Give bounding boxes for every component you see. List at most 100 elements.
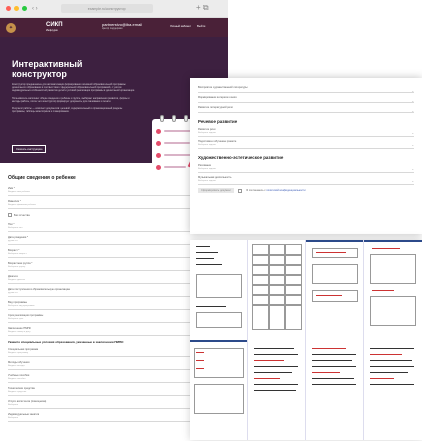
field-placeholder: Введите номер и дату bbox=[8, 331, 31, 333]
doc-highlight-line bbox=[254, 360, 284, 361]
consent-prefix: Я соглашаюсь с bbox=[246, 189, 266, 192]
field-placeholder: Введите диагноз bbox=[8, 279, 25, 281]
field-placeholder: Выберите bbox=[8, 417, 19, 419]
document-thumbnail[interactable] bbox=[248, 340, 306, 440]
address-bar[interactable]: example.ru/конструктор bbox=[60, 4, 153, 13]
textbooks-field[interactable]: Учебные пособия Введите пособия bbox=[8, 374, 220, 383]
assistant-services-field[interactable]: Услуги ассистента (помощника) Выберите bbox=[8, 400, 220, 409]
doc-highlight-line bbox=[370, 378, 394, 379]
generate-document-button[interactable]: Сформировать документ bbox=[198, 188, 235, 193]
doc-text-line bbox=[196, 252, 218, 253]
doc-text-line bbox=[370, 366, 414, 367]
doc-table-row bbox=[252, 294, 302, 296]
header-links: Личный кабинет Выйти bbox=[170, 24, 205, 28]
chevron-down-icon[interactable]: ⌄ bbox=[411, 89, 414, 93]
document-thumbnail[interactable] bbox=[364, 240, 422, 340]
doc-table-col bbox=[284, 244, 286, 330]
minimize-window-dot[interactable] bbox=[14, 6, 19, 11]
program-type-field[interactable]: Вид программы Выберите вид программы bbox=[8, 301, 220, 310]
speech-development-field[interactable]: Развитие речи ⌄ Выберите задачи bbox=[198, 128, 414, 137]
field-label: Восприятие художественной литературы bbox=[198, 86, 248, 89]
field-label: Развитие речи bbox=[198, 128, 216, 131]
document-thumbnail[interactable] bbox=[306, 240, 364, 340]
chevron-down-icon[interactable]: ⌄ bbox=[411, 131, 414, 135]
age-group-field[interactable]: Возрастная группа * Выберите группу bbox=[8, 262, 220, 271]
doc-table bbox=[196, 312, 242, 328]
music-field[interactable]: Музыкальная деятельность ⌄ Выберите зада… bbox=[198, 176, 414, 185]
teaching-methods-field[interactable]: Методы обучения Введите методы bbox=[8, 361, 220, 370]
privacy-policy-link[interactable]: политикой конфиденциальности bbox=[266, 189, 305, 192]
doc-header-bar bbox=[364, 240, 422, 242]
last-name-field[interactable]: Фамилия * Введите фамилию ребенка bbox=[8, 200, 220, 209]
literacy-prep-field[interactable]: Подготовка к обучению грамоте ⌄ Выберите… bbox=[198, 140, 414, 149]
literary-speech-field[interactable]: Развитие литературной речи ⌄ bbox=[198, 106, 414, 113]
doc-text-line bbox=[196, 258, 214, 259]
hero-paragraph-3: Результат работы — комплект документов: … bbox=[12, 107, 123, 114]
close-window-dot[interactable] bbox=[6, 6, 11, 11]
no-patronymic-checkbox[interactable]: Без отчества bbox=[8, 213, 220, 217]
pmpk-conclusion-field[interactable]: Заключение ПМПК Введите номер и дату bbox=[8, 327, 220, 336]
panel-footer: Сформировать документ Я соглашаюсь с пол… bbox=[198, 188, 414, 193]
site-logo[interactable]: СИКП Инфоурок bbox=[46, 22, 63, 34]
field-placeholder: Выберите задачи bbox=[198, 132, 216, 134]
drawing-field[interactable]: Рисование ⌄ Выберите задачи bbox=[198, 164, 414, 173]
back-forward-icon[interactable]: ‹ › bbox=[32, 6, 38, 12]
birth-date-field[interactable]: Дата рождения * дд.мм.гггг bbox=[8, 236, 220, 245]
new-tab-icon[interactable]: + ⧉ bbox=[196, 3, 209, 13]
field-label: Диагноз bbox=[8, 275, 18, 278]
chevron-down-icon[interactable]: ⌄ bbox=[411, 109, 414, 113]
illustration-line bbox=[164, 166, 186, 168]
age-field[interactable]: Возраст * Выберите возраст bbox=[8, 249, 220, 258]
individual-lessons-field[interactable]: Индивидуальные занятия Выберите bbox=[8, 413, 220, 422]
program-term-field[interactable]: Срок реализации программы Выберите срок bbox=[8, 314, 220, 323]
consent-text: Я соглашаюсь с политикой конфиденциально… bbox=[246, 189, 305, 192]
document-thumbnail[interactable] bbox=[248, 240, 306, 340]
field-label: Фамилия * bbox=[8, 200, 21, 203]
admission-date-field[interactable]: Дата поступления в образовательную орган… bbox=[8, 288, 220, 297]
field-label: Возраст * bbox=[8, 249, 20, 252]
chevron-down-icon[interactable]: ⌄ bbox=[411, 179, 414, 183]
chevron-down-icon[interactable]: ⌄ bbox=[411, 143, 414, 147]
maximize-window-dot[interactable] bbox=[22, 6, 27, 11]
diagnosis-field[interactable]: Диагноз Введите диагноз bbox=[8, 275, 220, 284]
logout-link[interactable]: Выйти bbox=[197, 24, 205, 28]
field-label: Учебные пособия bbox=[8, 374, 30, 377]
document-thumbnail[interactable] bbox=[306, 340, 364, 440]
field-placeholder: дд.мм.гггг bbox=[8, 240, 18, 242]
document-thumbnail[interactable] bbox=[190, 340, 248, 440]
download-instruction-button[interactable]: Скачать инструкцию bbox=[12, 145, 47, 153]
doc-table-row bbox=[252, 274, 302, 276]
account-link[interactable]: Личный кабинет bbox=[170, 24, 191, 28]
field-label: Дата рождения * bbox=[8, 236, 29, 239]
emblem-icon: ✦ bbox=[6, 22, 16, 33]
art-aesthetic-heading: Художественно-эстетическое развитие bbox=[198, 155, 284, 160]
chevron-down-icon[interactable]: ⌄ bbox=[411, 167, 414, 171]
field-placeholder: Выберите задачи bbox=[198, 168, 216, 170]
field-label: Индивидуальные занятия bbox=[8, 413, 40, 416]
special-program-field[interactable]: Специальная программа Введите программу bbox=[8, 348, 220, 357]
doc-highlight-line bbox=[312, 348, 346, 349]
field-placeholder: Выберите задачи bbox=[198, 180, 216, 182]
document-thumbnail[interactable] bbox=[190, 240, 248, 340]
field-label: Возрастная группа * bbox=[8, 262, 33, 265]
doc-table bbox=[196, 274, 242, 298]
consent-checkbox[interactable] bbox=[238, 188, 243, 193]
technical-means-field[interactable]: Технические средства Введите средства bbox=[8, 387, 220, 396]
doc-table-row bbox=[252, 284, 302, 286]
chevron-down-icon[interactable]: ⌄ bbox=[411, 99, 414, 103]
illustration-line bbox=[164, 142, 190, 144]
header-email[interactable]: partnerstvo@iba.email Центр поддержки bbox=[102, 22, 142, 30]
literature-perception-field[interactable]: Восприятие художественной литературы ⌄ bbox=[198, 86, 414, 93]
book-interest-field[interactable]: Формирование интереса к книге ⌄ bbox=[198, 96, 414, 103]
development-areas-panel: Восприятие художественной литературы ⌄ Ф… bbox=[190, 78, 422, 234]
field-placeholder: Выберите пол bbox=[8, 227, 23, 229]
first-name-field[interactable]: Имя * Введите имя ребенка bbox=[8, 187, 220, 196]
doc-text-line bbox=[312, 360, 352, 361]
gender-field[interactable]: Пол * Выберите пол bbox=[8, 223, 220, 232]
checkbox-icon[interactable] bbox=[8, 213, 12, 217]
check-icon bbox=[156, 165, 161, 170]
field-label: Вид программы bbox=[8, 301, 27, 304]
document-thumbnail[interactable] bbox=[364, 340, 422, 440]
doc-text-line bbox=[196, 264, 222, 265]
doc-text-line bbox=[254, 354, 298, 355]
